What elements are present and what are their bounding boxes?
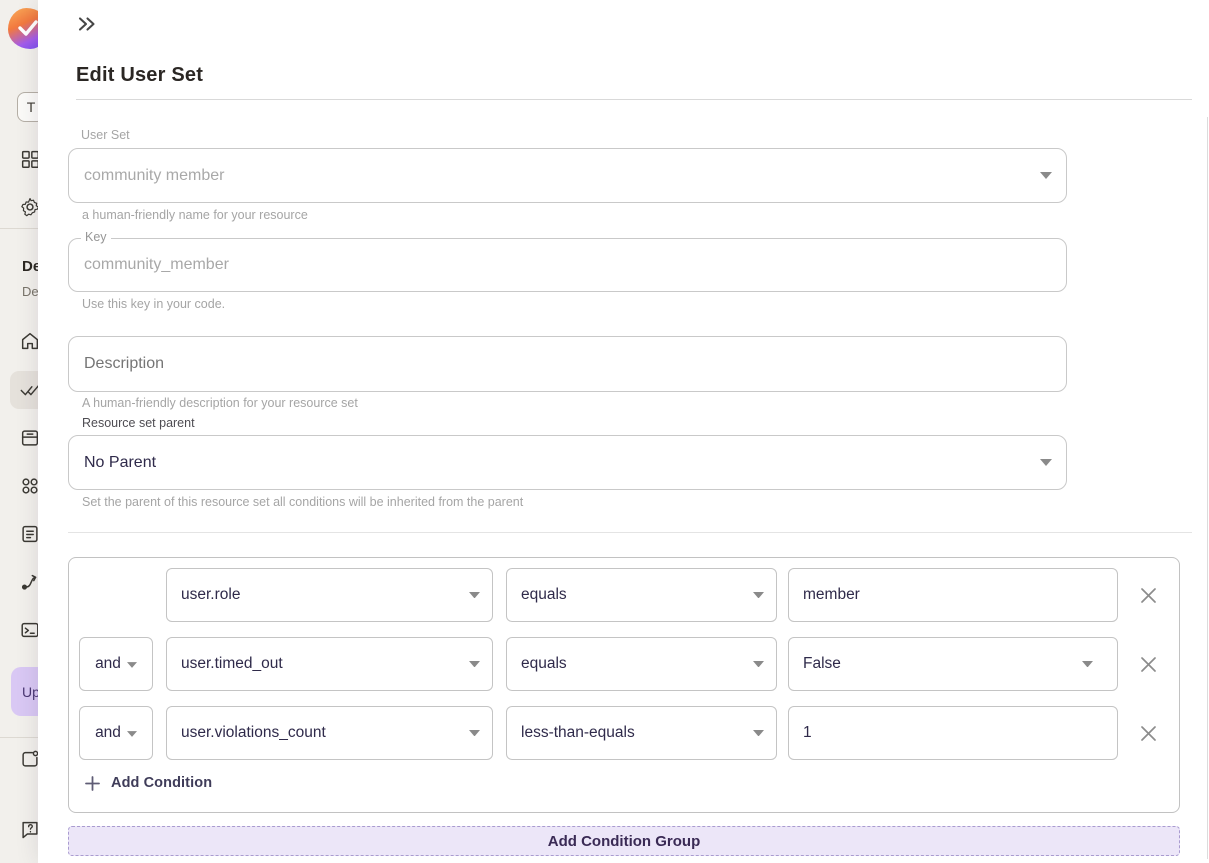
chevron-down-icon bbox=[753, 592, 764, 599]
edit-user-set-drawer: Edit User Set User Set community member … bbox=[38, 0, 1209, 863]
key-input[interactable] bbox=[84, 256, 1051, 274]
value-input-box[interactable] bbox=[788, 706, 1118, 760]
attribute-select[interactable]: user.role bbox=[166, 568, 493, 622]
description-input[interactable] bbox=[84, 355, 1051, 373]
title-divider bbox=[76, 99, 1192, 100]
operator-select[interactable]: equals bbox=[506, 568, 777, 622]
chevron-down-icon bbox=[469, 661, 480, 668]
chevron-down-icon bbox=[753, 730, 764, 737]
collapse-drawer-button[interactable] bbox=[74, 11, 100, 37]
value-select[interactable]: False bbox=[788, 637, 1118, 691]
description-helper: A human-friendly description for your re… bbox=[82, 396, 358, 410]
section-divider bbox=[68, 532, 1192, 533]
combinator-select[interactable]: and bbox=[79, 637, 153, 691]
value-input-box[interactable] bbox=[788, 568, 1118, 622]
close-icon bbox=[1139, 655, 1158, 674]
remove-condition-button[interactable] bbox=[1133, 649, 1163, 679]
user-set-value: community member bbox=[84, 167, 224, 185]
condition-row: user.role equals bbox=[69, 568, 1179, 622]
add-condition-group-button[interactable]: Add Condition Group bbox=[68, 826, 1180, 856]
key-field[interactable]: Key bbox=[68, 238, 1067, 292]
plus-icon bbox=[85, 776, 100, 791]
chevron-down-icon bbox=[1040, 459, 1052, 466]
parent-select[interactable]: No Parent bbox=[68, 435, 1067, 490]
close-icon bbox=[1139, 586, 1158, 605]
chevron-down-icon bbox=[127, 655, 137, 673]
key-label: Key bbox=[81, 230, 111, 244]
scrollbar[interactable] bbox=[1207, 117, 1209, 859]
chevron-down-icon bbox=[127, 724, 137, 742]
user-set-select[interactable]: community member bbox=[68, 148, 1067, 203]
attribute-value: user.violations_count bbox=[181, 724, 326, 742]
parent-value: No Parent bbox=[84, 454, 156, 472]
parent-label: Resource set parent bbox=[82, 416, 195, 430]
operator-value: equals bbox=[521, 586, 567, 604]
chevron-down-icon bbox=[469, 592, 480, 599]
chevron-down-icon bbox=[753, 661, 764, 668]
logo-check-icon bbox=[17, 19, 39, 37]
attribute-select[interactable]: user.violations_count bbox=[166, 706, 493, 760]
operator-value: equals bbox=[521, 655, 567, 673]
close-icon bbox=[1139, 724, 1158, 743]
remove-condition-button[interactable] bbox=[1133, 580, 1163, 610]
project-subtitle: De bbox=[22, 284, 39, 299]
combinator-value: and bbox=[95, 655, 121, 673]
combinator-value: and bbox=[95, 724, 121, 742]
parent-helper: Set the parent of this resource set all … bbox=[82, 495, 523, 509]
chevron-down-icon bbox=[469, 730, 480, 737]
user-set-label: User Set bbox=[81, 128, 130, 142]
condition-row: and user.timed_out equals False bbox=[69, 637, 1179, 691]
attribute-value: user.timed_out bbox=[181, 655, 283, 673]
user-set-helper: a human-friendly name for your resource bbox=[82, 208, 308, 222]
attribute-value: user.role bbox=[181, 586, 240, 604]
condition-row: and user.violations_count less-than-equa… bbox=[69, 706, 1179, 760]
remove-condition-button[interactable] bbox=[1133, 718, 1163, 748]
value-input[interactable] bbox=[803, 586, 1103, 604]
chevrons-right-icon bbox=[77, 15, 97, 33]
operator-select[interactable]: equals bbox=[506, 637, 777, 691]
chevron-down-icon bbox=[1040, 172, 1052, 179]
page-title: Edit User Set bbox=[76, 64, 203, 87]
add-condition-label: Add Condition bbox=[111, 775, 212, 791]
combinator-select[interactable]: and bbox=[79, 706, 153, 760]
chevron-down-icon bbox=[1082, 661, 1093, 668]
operator-value: less-than-equals bbox=[521, 724, 635, 742]
add-condition-button[interactable]: Add Condition bbox=[85, 775, 212, 791]
description-field[interactable] bbox=[68, 336, 1067, 392]
key-helper: Use this key in your code. bbox=[82, 297, 225, 311]
value-text: False bbox=[803, 655, 841, 673]
condition-group: user.role equals and bbox=[68, 557, 1180, 813]
value-input[interactable] bbox=[803, 724, 1103, 742]
operator-select[interactable]: less-than-equals bbox=[506, 706, 777, 760]
attribute-select[interactable]: user.timed_out bbox=[166, 637, 493, 691]
